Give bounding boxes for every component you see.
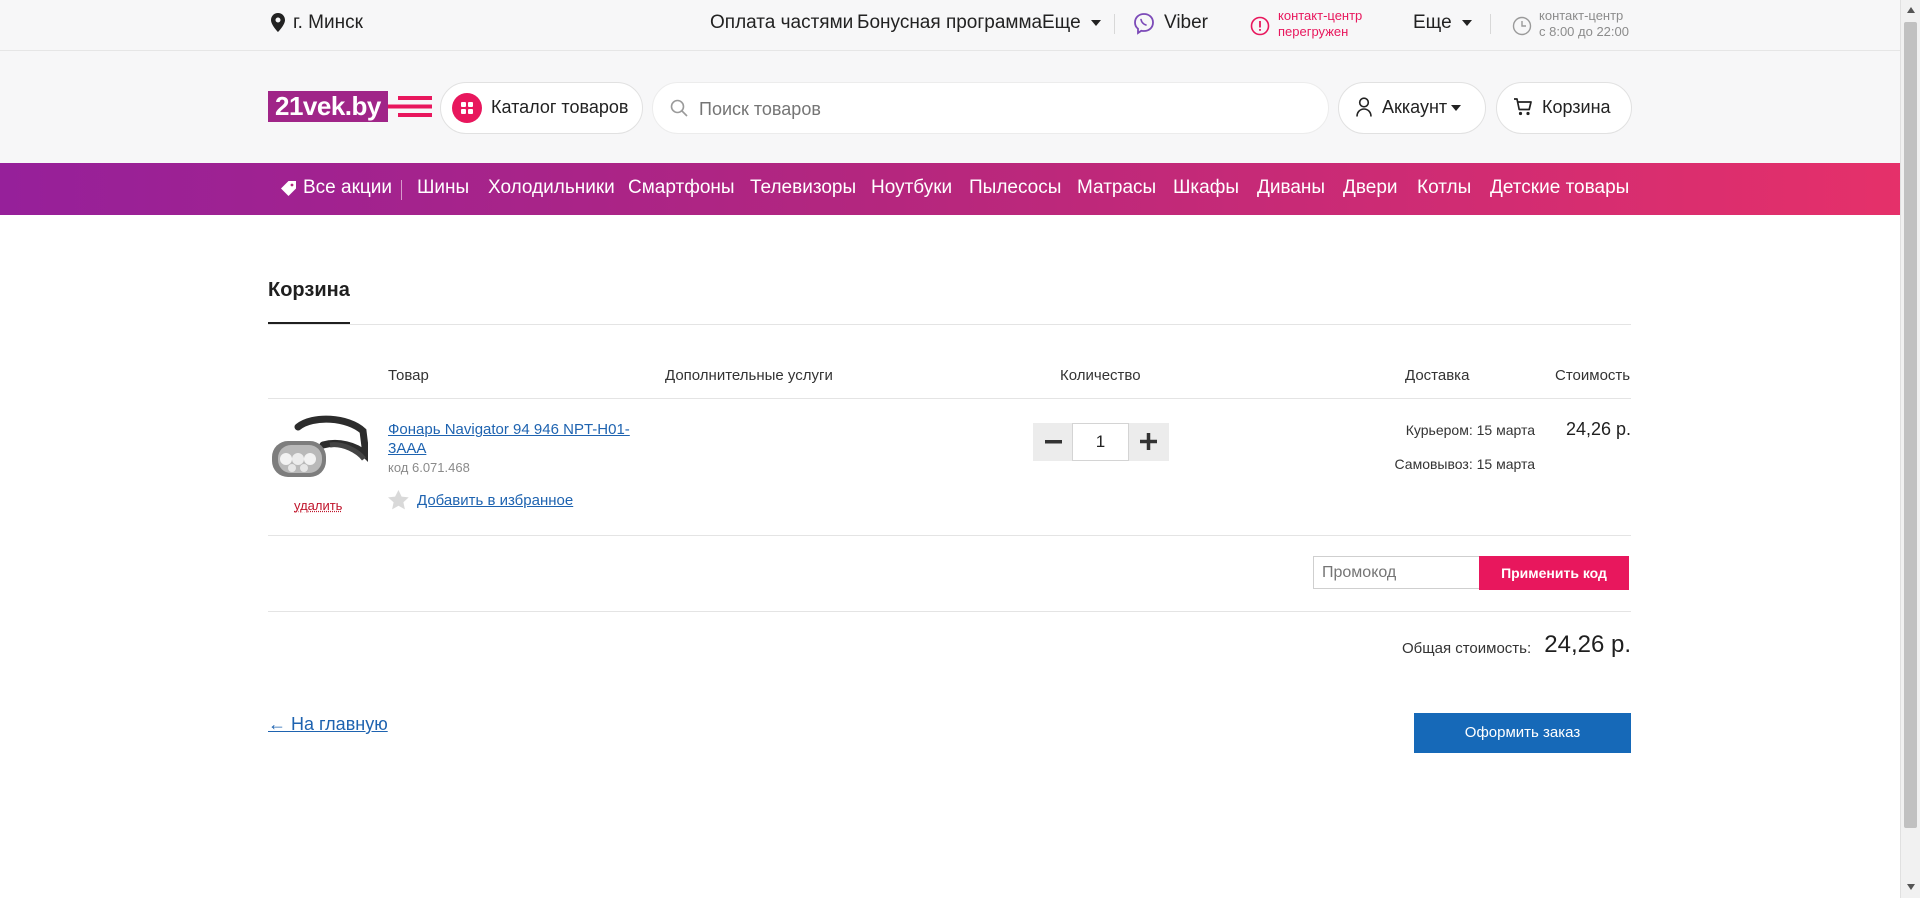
- tag-icon: [281, 181, 296, 201]
- cart-button[interactable]: Корзина: [1496, 82, 1632, 134]
- quantity-stepper: [1033, 423, 1169, 461]
- column-delivery: Доставка: [1405, 367, 1470, 384]
- topbar-more-label-2: Еще: [1413, 12, 1452, 33]
- checkout-button[interactable]: Оформить заказ: [1414, 713, 1631, 753]
- chevron-down-icon: [1090, 19, 1101, 26]
- product-code: код 6.071.468: [388, 460, 470, 475]
- city-selector[interactable]: г. Минск: [293, 12, 363, 34]
- viber-icon[interactable]: [1132, 12, 1156, 41]
- quantity-input[interactable]: [1072, 423, 1129, 461]
- nav-item-fridges[interactable]: Холодильники: [488, 177, 615, 199]
- column-quantity: Количество: [1060, 367, 1141, 384]
- chevron-down-icon: [1451, 105, 1461, 111]
- nav-item-vacuums[interactable]: Пылесосы: [969, 177, 1061, 199]
- back-to-home-link[interactable]: ← На главную: [268, 714, 388, 735]
- apply-promo-label: Применить код: [1501, 565, 1607, 581]
- scroll-down-icon[interactable]: [1907, 884, 1915, 890]
- divider: [268, 324, 1631, 325]
- account-button[interactable]: Аккаунт: [1338, 82, 1486, 134]
- catalog-label: Каталог товаров: [491, 97, 629, 117]
- product-name-link[interactable]: Фонарь Navigator 94 946 NPT-H01-3AAA: [388, 420, 633, 458]
- nav-all-promotions[interactable]: Все акции: [303, 177, 392, 199]
- account-label: Аккаунт: [1382, 97, 1448, 117]
- column-services: Дополнительные услуги: [665, 367, 833, 384]
- nav-item-sofas[interactable]: Диваны: [1257, 177, 1325, 199]
- courier-delivery: Курьером: 15 марта: [1405, 422, 1535, 438]
- nav-item-mattresses[interactable]: Матрасы: [1077, 177, 1156, 199]
- search-box[interactable]: [652, 82, 1329, 134]
- add-to-favorites-link[interactable]: Добавить в избранное: [417, 492, 573, 509]
- divider: [1490, 14, 1491, 34]
- topbar-link-installments[interactable]: Оплата частями: [710, 12, 853, 34]
- scroll-up-icon[interactable]: [1907, 7, 1915, 13]
- location-pin-icon: [271, 13, 285, 37]
- nav-item-smartphones[interactable]: Смартфоны: [628, 177, 735, 199]
- column-price: Стоимость: [1555, 367, 1631, 384]
- nav-item-boilers[interactable]: Котлы: [1417, 177, 1471, 199]
- apply-promo-button[interactable]: Применить код: [1479, 556, 1629, 590]
- alert-icon: [1250, 16, 1270, 41]
- scrollbar[interactable]: [1900, 0, 1920, 898]
- search-icon: [670, 99, 688, 122]
- divider: [1114, 14, 1115, 34]
- cart-icon: [1513, 97, 1533, 122]
- total-label: Общая стоимость:: [1402, 640, 1532, 657]
- scrollbar-thumb[interactable]: [1904, 22, 1917, 828]
- divider: [401, 180, 402, 200]
- topbar-more-menu-2[interactable]: Еще: [1413, 12, 1472, 34]
- remove-item-link[interactable]: удалить: [294, 498, 342, 513]
- logo-stripes-icon: [388, 96, 432, 117]
- logo-text: 21vek.by: [268, 91, 388, 122]
- divider: [268, 611, 1631, 612]
- star-icon[interactable]: [388, 490, 409, 515]
- top-bar: г. Минск Оплата частями Бонусная програм…: [0, 0, 1900, 51]
- catalog-button[interactable]: Каталог товаров: [440, 82, 643, 134]
- clock-icon: [1512, 16, 1532, 41]
- cart-item-row: удалить Фонарь Navigator 94 946 NPT-H01-…: [268, 399, 1631, 535]
- page-title: Корзина: [268, 279, 350, 301]
- topbar-more-menu[interactable]: Еще: [1042, 12, 1101, 34]
- total-value: 24,26 р.: [1544, 631, 1631, 658]
- nav-item-tires[interactable]: Шины: [417, 177, 469, 199]
- nav-item-wardrobes[interactable]: Шкафы: [1173, 177, 1239, 199]
- topbar-link-bonus[interactable]: Бонусная программа: [857, 12, 1042, 34]
- headlamp-image: [272, 415, 371, 477]
- promo-code-input[interactable]: [1313, 556, 1488, 589]
- nav-item-tvs[interactable]: Телевизоры: [750, 177, 856, 199]
- product-image[interactable]: [268, 415, 371, 489]
- working-hours: контакт-центр с 8:00 до 22:00: [1539, 8, 1629, 39]
- column-product: Товар: [388, 367, 429, 384]
- checkout-label: Оформить заказ: [1464, 724, 1581, 741]
- pickup-delivery: Самовывоз: 15 марта: [1394, 456, 1535, 472]
- contact-center-status: контакт-центр перегружен: [1278, 8, 1363, 39]
- increase-quantity-button[interactable]: [1129, 423, 1169, 461]
- category-nav: Все акции Шины Холодильники Смартфоны Те…: [0, 163, 1900, 215]
- divider: [268, 535, 1631, 536]
- topbar-more-label: Еще: [1042, 12, 1081, 33]
- cart-tab[interactable]: Корзина: [268, 279, 350, 302]
- nav-item-laptops[interactable]: Ноутбуки: [871, 177, 952, 199]
- decrease-quantity-button[interactable]: [1033, 423, 1073, 461]
- cart-label: Корзина: [1542, 97, 1611, 117]
- item-price: 24,26 р.: [1565, 419, 1631, 439]
- search-input[interactable]: [697, 95, 1301, 123]
- grid-icon: [452, 93, 482, 123]
- chevron-down-icon: [1461, 19, 1472, 26]
- nav-item-kids[interactable]: Детские товары: [1490, 177, 1629, 199]
- user-icon: [1356, 97, 1372, 122]
- viber-link[interactable]: Viber: [1164, 12, 1208, 34]
- site-header: 21vek.by Каталог товаров Аккаунт Корзина: [0, 51, 1900, 163]
- nav-item-doors[interactable]: Двери: [1343, 177, 1398, 199]
